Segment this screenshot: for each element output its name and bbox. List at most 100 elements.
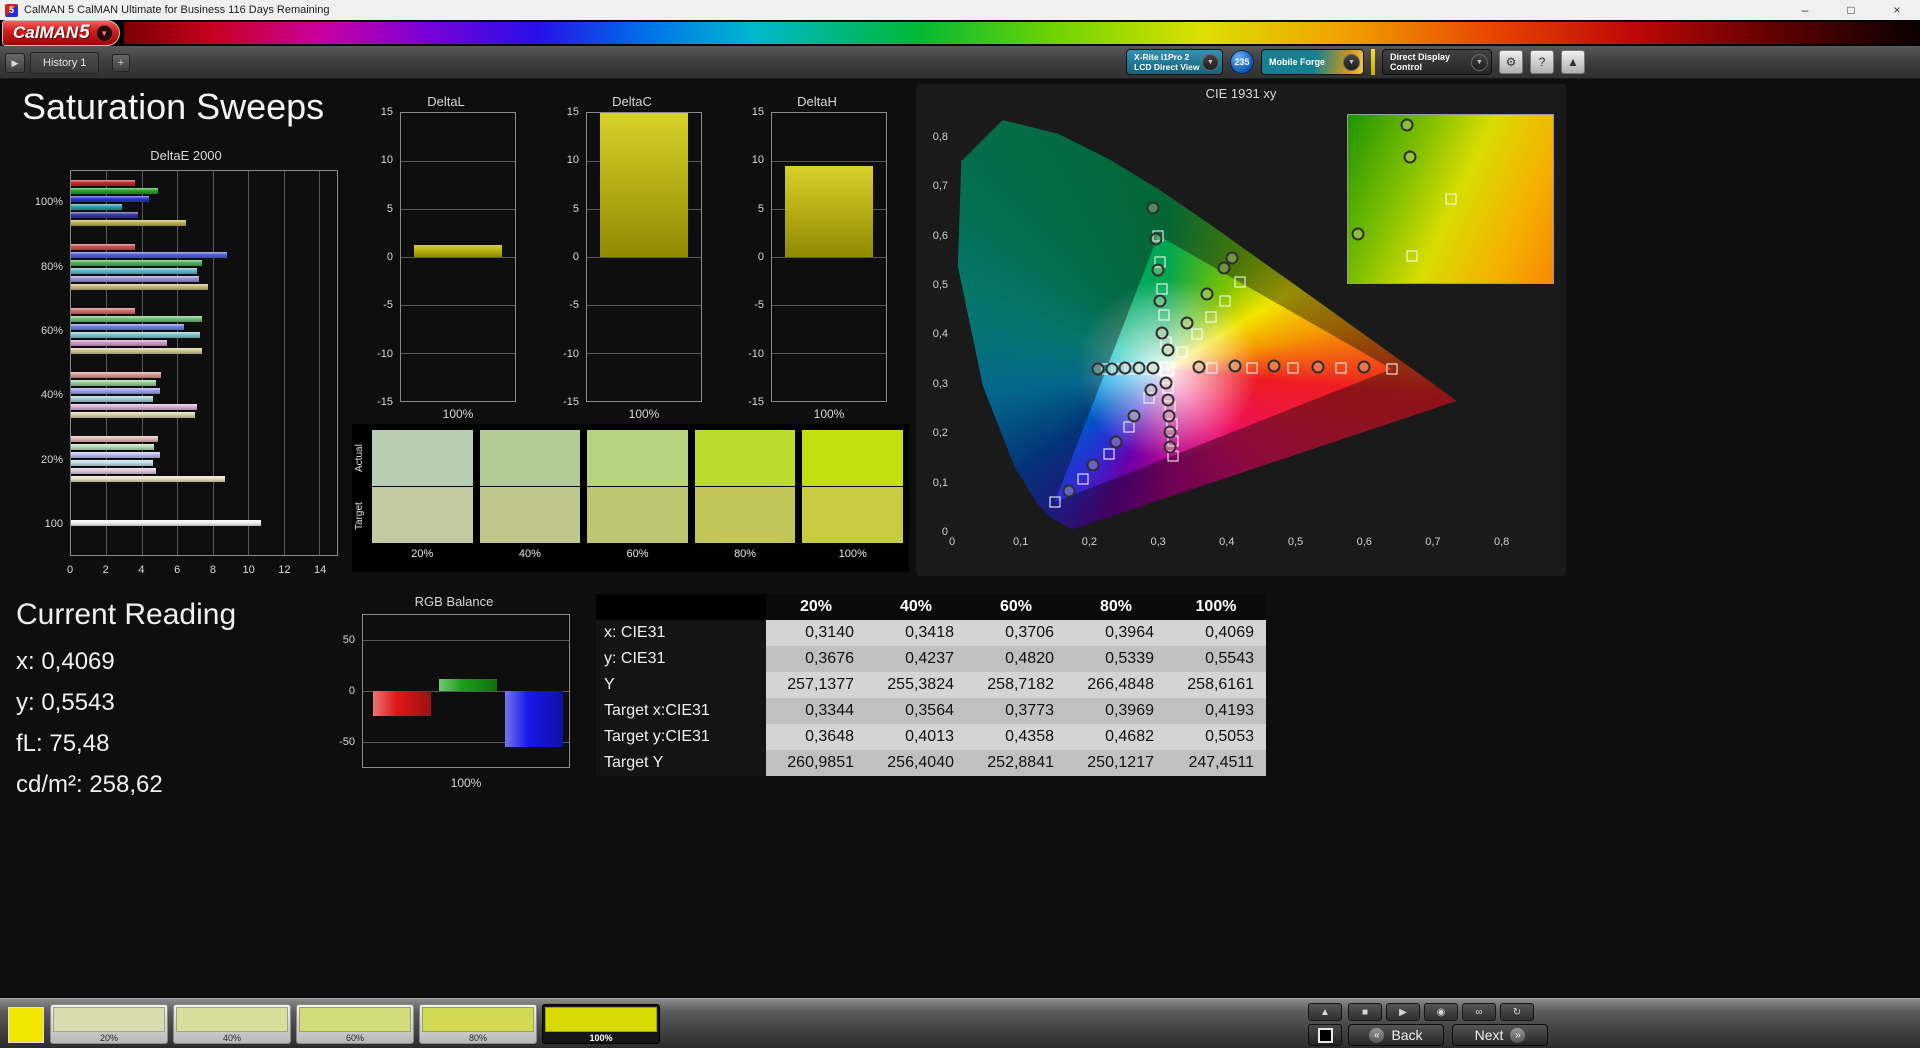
loop-button[interactable]: ∞ [1462,1003,1496,1021]
record-button[interactable]: ◉ [1424,1003,1458,1021]
target-row-label: Target [354,502,365,530]
x-axis-tick-label: 0,4 [1219,536,1235,548]
y-axis-tick-label: 0,2 [932,427,948,440]
measurement-table: 20% 40% 60% 80% 100% x: CIE31 0,3140 0,3418 0,37… [596,594,1266,776]
saturation-level-button[interactable]: 20% [50,1004,168,1044]
bar [71,404,197,410]
y-axis-tick-label: 15 [566,106,579,118]
gear-icon[interactable]: ⚙ [1499,50,1523,74]
table-value-cell: 0,5339 [1066,646,1166,672]
help-icon[interactable]: ? [1530,50,1554,74]
close-button[interactable]: × [1874,0,1920,20]
table-value-cell: 0,3564 [866,698,966,724]
measured-point [1127,409,1141,423]
y-axis-tick-label: 5 [572,202,579,215]
gridline [401,161,515,162]
white-point-marker [1159,361,1175,377]
measured-point [1091,362,1105,376]
measured-point [1228,359,1242,373]
measured-point [1161,343,1175,357]
chevron-down-icon[interactable]: ▼ [1343,53,1360,71]
table-value-cell: 0,3648 [766,724,866,750]
bar [71,179,135,186]
actual-swatch [479,430,581,486]
bar [413,244,503,257]
stop-button[interactable]: ■ [1348,1003,1382,1021]
swatch-label: 60% [345,1033,364,1043]
bar [71,444,155,450]
table-value-cell: 255,3824 [866,672,966,698]
measured-point [1151,263,1165,277]
x-axis-tick-label: 0,7 [1425,536,1441,548]
toolbar-right: X-Rite i1Pro 2 LCD Direct View ▼ 235 Mob… [1126,49,1585,75]
calman-logo[interactable]: CalMAN 5 ▼ [2,20,120,46]
blackout-button[interactable] [1308,1024,1342,1046]
saturation-level-button[interactable]: 80% [419,1004,537,1044]
x-axis-tick-label: 8 [209,564,216,576]
bar [599,113,689,257]
refresh-button[interactable]: ↻ [1500,1003,1534,1021]
play-button[interactable]: ▶ [1386,1003,1420,1021]
table-value-cell: 0,4682 [1066,724,1166,750]
collapse-icon[interactable]: ▲ [1561,50,1585,74]
bar [71,372,162,378]
maximize-button[interactable]: □ [1828,0,1874,20]
tab-history-1[interactable]: History 1 [30,52,100,74]
saturation-level-button[interactable]: 100% [542,1004,660,1044]
source-dropdown[interactable]: Mobile Forge ▼ [1261,49,1364,75]
measured-point [1225,251,1239,265]
bar [71,340,167,346]
deltac-chart: DeltaC 15 10 5 0 -5 -10 -15 100% [556,92,708,422]
yellow-divider [1371,49,1375,75]
bar [71,187,158,194]
chevron-down-icon[interactable]: ▼ [1471,53,1488,71]
measured-point [1311,360,1324,374]
logo-bar: CalMAN 5 ▼ [0,20,1920,46]
y-axis-tick-label: -10 [748,347,764,360]
measured-point [1267,359,1281,373]
y-axis-tick-label: 0,7 [932,180,948,193]
saturation-level-button[interactable]: 40% [173,1004,291,1044]
minimize-button[interactable]: – [1782,0,1828,20]
table-value-cell: 0,3676 [766,646,866,672]
y-axis-tick-label: 15 [751,106,764,118]
chevron-down-icon[interactable]: ▼ [95,24,113,42]
gridline [772,161,886,162]
chevron-down-icon[interactable]: ▼ [1202,53,1219,71]
swatch-label: 60% [626,548,649,560]
measured-point [1192,360,1206,374]
bar [71,520,261,526]
collapse-icon[interactable]: ▲ [1308,1003,1342,1021]
add-tab-button[interactable]: + [112,54,130,72]
display-control-dropdown[interactable]: Direct Display Control ▼ [1382,49,1492,75]
nav-expand-button[interactable]: ▶ [5,53,25,73]
window-titlebar: 5 CalMAN 5 CalMAN Ultimate for Business … [0,0,1920,20]
display-control-label: Direct Display Control [1390,52,1451,72]
back-button[interactable]: « Back [1348,1024,1444,1046]
swatch-label: 40% [518,548,541,560]
chart-title: DeltaE 2000 [150,148,222,163]
y-axis-tick-label: 0,4 [932,328,948,341]
y-axis-tick-label: 0 [572,251,579,263]
actual-swatch [587,430,688,486]
next-button[interactable]: Next » [1452,1024,1548,1046]
black-square-icon [1317,1027,1333,1043]
meter-dropdown[interactable]: X-Rite i1Pro 2 LCD Direct View ▼ [1126,49,1223,75]
bar-red [373,691,431,717]
deltae2000-plot [70,170,338,556]
table-row-label: y: CIE31 [596,646,766,672]
bar [71,308,135,314]
swatch-column: 100% [802,430,903,572]
bar [71,268,197,274]
x-axis-tick-label: 10 [242,564,255,576]
x-axis-tick-label: 0,5 [1287,536,1304,548]
saturation-level-button[interactable]: 60% [296,1004,414,1044]
gridline [401,305,515,306]
right-control-column: ■ ▶ ◉ ∞ ↻ « Back Next » [1348,1003,1548,1046]
table-value-cell: 0,4193 [1166,698,1266,724]
x-axis-label: 100% [450,776,482,790]
reading-y: y: 0,5543 [16,689,115,716]
gridline [106,171,108,555]
gridline [772,353,886,354]
swatch-color [53,1007,165,1032]
